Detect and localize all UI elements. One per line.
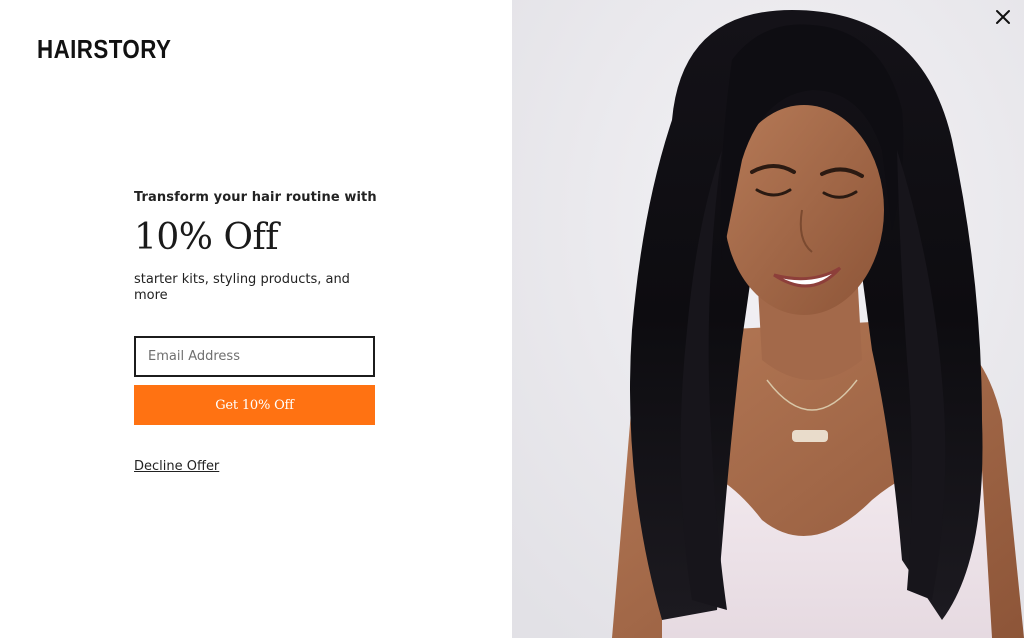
get-discount-button[interactable]: Get 10% Off	[134, 385, 375, 425]
discount-popup: HAIRSTORY Transform your hair routine wi…	[0, 0, 1024, 638]
brand-logo: HAIRSTORY	[37, 34, 172, 64]
offer-panel: HAIRSTORY Transform your hair routine wi…	[0, 0, 512, 638]
hero-photo	[512, 0, 1024, 638]
decline-offer-link[interactable]: Decline Offer	[134, 459, 219, 474]
offer-copy: Transform your hair routine with 10% Off…	[134, 190, 377, 304]
email-field[interactable]	[134, 336, 375, 377]
offer-eyebrow: Transform your hair routine with	[134, 190, 377, 205]
offer-headline: 10% Off	[134, 217, 279, 258]
close-icon	[996, 10, 1010, 24]
offer-subtext: starter kits, styling products, and more	[134, 272, 350, 303]
hero-image-panel	[512, 0, 1024, 638]
close-button[interactable]	[992, 6, 1014, 28]
